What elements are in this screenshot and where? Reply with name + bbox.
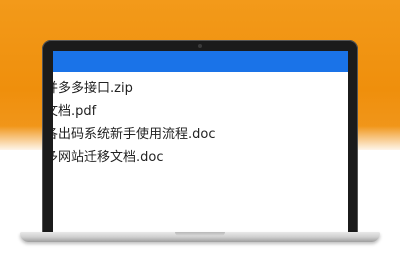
webcam-icon <box>198 44 202 48</box>
file-item-migration-doc[interactable]: 多网站迁移文档.doc <box>53 146 348 169</box>
window-title-bar[interactable] <box>53 51 348 72</box>
laptop-screen-bezel: 并多多接口.zip 文档.pdf 各出码系统新手使用流程.doc 多网站迁移文档… <box>42 40 358 238</box>
laptop-hinge-notch <box>175 232 225 236</box>
file-item-zip[interactable]: 并多多接口.zip <box>53 77 348 100</box>
laptop-base <box>20 232 380 242</box>
laptop-screen: 并多多接口.zip 文档.pdf 各出码系统新手使用流程.doc 多网站迁移文档… <box>53 51 348 235</box>
file-list: 并多多接口.zip 文档.pdf 各出码系统新手使用流程.doc 多网站迁移文档… <box>53 77 348 169</box>
file-item-pdf[interactable]: 文档.pdf <box>53 100 348 123</box>
file-item-guide-doc[interactable]: 各出码系统新手使用流程.doc <box>53 123 348 146</box>
